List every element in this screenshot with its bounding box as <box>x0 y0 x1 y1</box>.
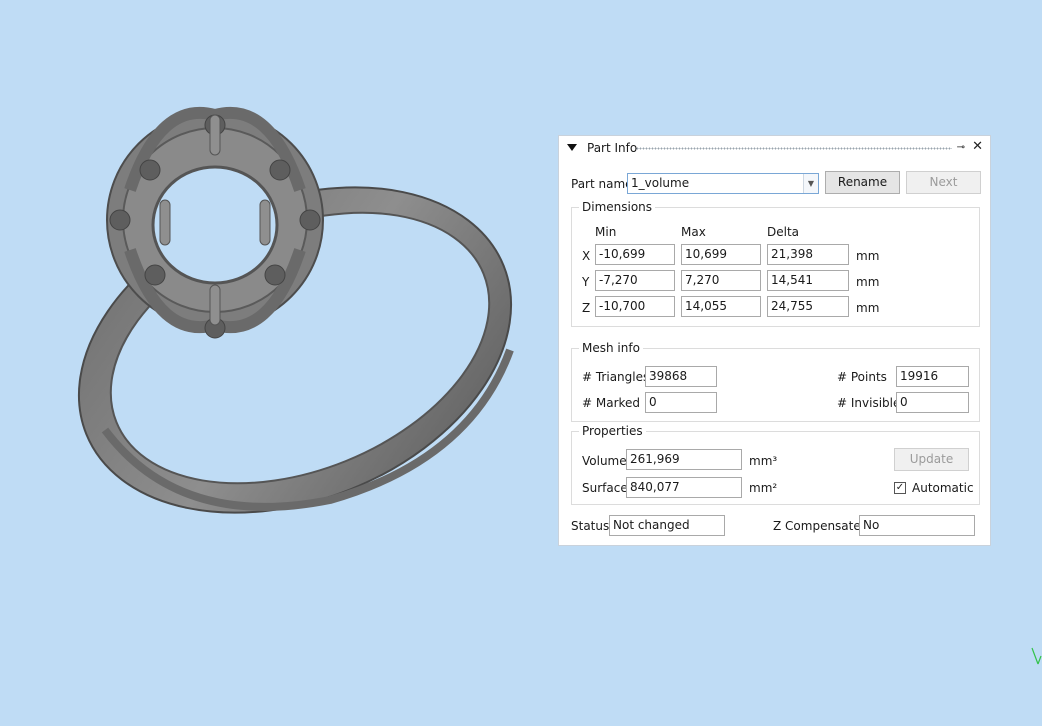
points-field[interactable]: 19916 <box>896 366 969 387</box>
dimensions-group-title: Dimensions <box>579 200 656 214</box>
rename-button[interactable]: Rename <box>825 171 900 194</box>
collapse-triangle-icon[interactable] <box>567 144 577 151</box>
pin-icon[interactable]: ⊸ <box>957 142 965 153</box>
z-compensated-field[interactable]: No <box>859 515 975 536</box>
dim-z-delta-field[interactable]: 24,755 <box>767 296 849 317</box>
points-label: # Points <box>837 370 887 384</box>
dim-header-max: Max <box>681 225 706 239</box>
ring-3d-model[interactable] <box>60 100 530 560</box>
volume-unit: mm³ <box>749 454 778 468</box>
properties-group-title: Properties <box>579 424 646 438</box>
part-name-label: Part name <box>571 177 633 191</box>
dim-x-unit: mm <box>856 249 880 263</box>
marked-field[interactable]: 0 <box>645 392 717 413</box>
automatic-checkbox[interactable]: ✓ <box>894 482 906 494</box>
part-info-panel: Part Info ⊸ ✕ Part name 1_volume ▼ Renam… <box>558 135 991 546</box>
dim-header-min: Min <box>595 225 617 239</box>
surface-field[interactable]: 840,077 <box>626 477 742 498</box>
axis-indicator-icon <box>1031 647 1042 665</box>
triangles-label: # Triangles <box>582 370 650 384</box>
dim-x-max-field[interactable]: 10,699 <box>681 244 761 265</box>
invisible-label: # Invisible <box>837 396 901 410</box>
dim-z-unit: mm <box>856 301 880 315</box>
dim-axis-x: X <box>582 249 591 263</box>
update-button[interactable]: Update <box>894 448 969 471</box>
part-name-combobox[interactable]: 1_volume ▼ <box>627 173 819 194</box>
chevron-down-icon[interactable]: ▼ <box>803 174 818 193</box>
triangles-field[interactable]: 39868 <box>645 366 717 387</box>
part-name-value: 1_volume <box>631 176 690 190</box>
dim-z-max-field[interactable]: 14,055 <box>681 296 761 317</box>
titlebar-grip[interactable] <box>636 147 952 150</box>
dim-axis-z: Z <box>582 301 591 315</box>
surface-unit: mm² <box>749 481 778 495</box>
marked-label: # Marked <box>582 396 641 410</box>
panel-titlebar[interactable]: Part Info ⊸ ✕ <box>559 136 990 160</box>
dim-x-min-field[interactable]: -10,699 <box>595 244 675 265</box>
status-label: Status <box>571 519 610 533</box>
dim-y-unit: mm <box>856 275 880 289</box>
dim-header-delta: Delta <box>767 225 800 239</box>
dim-y-max-field[interactable]: 7,270 <box>681 270 761 291</box>
dim-x-delta-field[interactable]: 21,398 <box>767 244 849 265</box>
surface-label: Surface <box>582 481 628 495</box>
invisible-field[interactable]: 0 <box>896 392 969 413</box>
volume-field[interactable]: 261,969 <box>626 449 742 470</box>
dim-axis-y: Y <box>582 275 590 289</box>
dim-y-delta-field[interactable]: 14,541 <box>767 270 849 291</box>
status-field[interactable]: Not changed <box>609 515 725 536</box>
automatic-label: Automatic <box>912 481 974 495</box>
volume-label: Volume <box>582 454 627 468</box>
z-compensated-label: Z Compensated <box>773 519 869 533</box>
close-icon[interactable]: ✕ <box>972 139 983 154</box>
next-button[interactable]: Next <box>906 171 981 194</box>
dim-z-min-field[interactable]: -10,700 <box>595 296 675 317</box>
mesh-info-group-title: Mesh info <box>579 341 643 355</box>
dim-y-min-field[interactable]: -7,270 <box>595 270 675 291</box>
panel-title: Part Info <box>587 141 638 155</box>
